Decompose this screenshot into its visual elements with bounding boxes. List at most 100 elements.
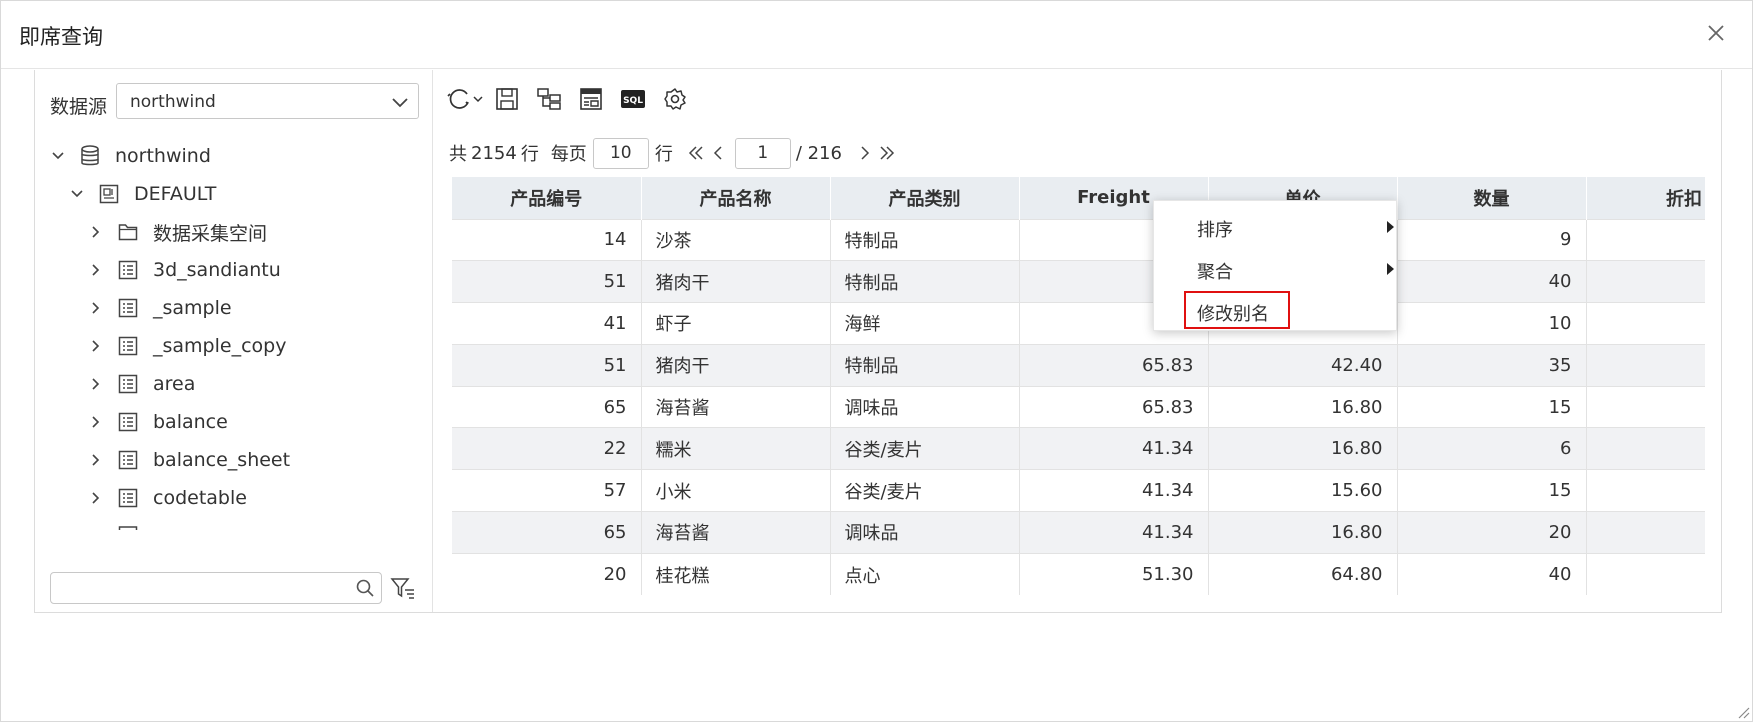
- tree-item-1[interactable]: 3d_sandiantu: [85, 250, 281, 290]
- table-cell: 糯米: [641, 427, 831, 470]
- submenu-arrow-icon: [1387, 221, 1394, 233]
- table-cell: [1586, 427, 1705, 470]
- last-page-button[interactable]: [876, 142, 898, 164]
- chevron-right-icon[interactable]: [85, 297, 107, 319]
- table-cell: 调味品: [830, 385, 1020, 428]
- tree-item-label: 3d_sandiantu: [153, 259, 281, 281]
- tree-item-0[interactable]: 数据采集空间: [85, 212, 267, 252]
- table-cell: 海苔酱: [641, 385, 831, 428]
- resize-grip-icon[interactable]: [1736, 705, 1750, 719]
- chevron-right-icon[interactable]: [85, 373, 107, 395]
- per-page-input[interactable]: 10: [592, 137, 649, 169]
- menu-item-label: 聚合: [1197, 262, 1233, 283]
- table-cell: 51: [452, 343, 642, 387]
- table-cell: 41: [452, 302, 642, 345]
- save-button[interactable]: [492, 84, 522, 114]
- table-row[interactable]: 51 猪肉干 特制品 65.83 42.40 35: [452, 343, 1705, 387]
- chevron-right-icon[interactable]: [85, 259, 107, 281]
- table-icon: [117, 259, 139, 281]
- total-rows: 2154: [471, 142, 517, 164]
- table-row[interactable]: 51 猪肉干 特制品 1 40: [452, 260, 1705, 303]
- settings-button[interactable]: [660, 84, 690, 114]
- table-cell: 35: [1397, 343, 1587, 387]
- tree-item-label: _sample_copy: [153, 335, 287, 357]
- chevron-right-icon[interactable]: [85, 411, 107, 433]
- first-page-button[interactable]: [685, 142, 707, 164]
- table-cell: 41.34: [1019, 511, 1209, 554]
- table-cell: 桂花糕: [641, 552, 831, 596]
- table-cell: 谷类/麦片: [830, 427, 1020, 470]
- chevron-down-icon[interactable]: [66, 183, 88, 205]
- menu-item-aggregate[interactable]: 聚合: [1154, 248, 1398, 288]
- datasource-selected-value: northwind: [130, 92, 216, 112]
- tree-item-label: balance_sheet: [153, 449, 291, 471]
- column-header[interactable]: 数量: [1397, 177, 1587, 219]
- table-row[interactable]: 65 海苔酱 调味品 41.34 16.80 20: [452, 511, 1705, 554]
- table-cell: 特制品: [830, 343, 1020, 387]
- refresh-button[interactable]: [444, 84, 488, 114]
- table-cell: 15.60: [1208, 469, 1398, 512]
- table-icon: [117, 449, 139, 471]
- tree-item-6[interactable]: balance_sheet: [85, 440, 290, 480]
- chevron-right-icon[interactable]: [85, 335, 107, 357]
- next-page-button[interactable]: [854, 142, 876, 164]
- table-cell: 海鲜: [830, 302, 1020, 345]
- datasource-select[interactable]: northwind: [116, 83, 419, 119]
- table-cell: 20: [452, 552, 642, 596]
- table-cell: 16.80: [1208, 427, 1398, 470]
- table-row[interactable]: 65 海苔酱 调味品 65.83 16.80 15: [452, 385, 1705, 428]
- tree-item-4[interactable]: area: [85, 364, 195, 404]
- dialog-header: 即席查询: [1, 1, 1752, 69]
- close-button[interactable]: [1702, 19, 1730, 47]
- search-icon[interactable]: [355, 578, 375, 598]
- current-page-input[interactable]: 1: [734, 137, 791, 169]
- toolbar: SQL: [444, 84, 702, 114]
- filter-icon[interactable]: [390, 575, 416, 601]
- tree-item-7[interactable]: codetable: [85, 478, 247, 518]
- table-cell: [1586, 469, 1705, 512]
- table-cell: 谷类/麦片: [830, 469, 1020, 512]
- column-header[interactable]: 产品编号: [452, 177, 642, 219]
- menu-item-sort[interactable]: 排序: [1154, 206, 1398, 246]
- column-header[interactable]: 折扣: [1586, 177, 1705, 219]
- tree-node-root[interactable]: northwind: [47, 136, 211, 176]
- chevron-left-icon: [713, 146, 722, 160]
- column-header[interactable]: 产品类别: [830, 177, 1020, 219]
- table-icon: [117, 516, 139, 530]
- content-frame: 数据源 northwind northwind DEFAULT 数据采集空间 3…: [34, 70, 1722, 613]
- grid-header-row: 产品编号 产品名称 产品类别 Freight 单价 数量 折扣: [452, 177, 1705, 219]
- table-tree: northwind DEFAULT 数据采集空间 3d_sandiantu _s…: [35, 132, 432, 562]
- table-cell: 40: [1397, 552, 1587, 596]
- table-cell: 特制品: [830, 218, 1020, 261]
- tree-item-3[interactable]: _sample_copy: [85, 326, 286, 366]
- tree-item-label: _sample: [153, 297, 232, 319]
- table-row[interactable]: 57 小米 谷类/麦片 41.34 15.60 15: [452, 469, 1705, 512]
- table-cell: 沙茶: [641, 218, 831, 261]
- table-cell: 22: [452, 427, 642, 470]
- chevron-right-icon[interactable]: [85, 221, 107, 243]
- tree-item-5[interactable]: balance: [85, 402, 228, 442]
- table-cell: 16.80: [1208, 385, 1398, 428]
- tree-item-2[interactable]: _sample: [85, 288, 232, 328]
- chevron-down-icon[interactable]: [47, 145, 69, 167]
- table-icon: [117, 297, 139, 319]
- table-row[interactable]: 22 糯米 谷类/麦片 41.34 16.80 6: [452, 427, 1705, 470]
- chevron-right-icon[interactable]: [85, 449, 107, 471]
- tree-search-input[interactable]: [50, 572, 382, 604]
- table-cell: 41.34: [1019, 427, 1209, 470]
- prev-page-button[interactable]: [707, 142, 729, 164]
- left-panel: 数据源 northwind northwind DEFAULT 数据采集空间 3…: [35, 70, 433, 612]
- right-panel: SQL 共 2154 行 每页 10 行 1 / 216 产品编号 产品名称 产…: [434, 70, 1722, 612]
- table-row[interactable]: 20 桂花糕 点心 51.30 64.80 40: [452, 552, 1705, 596]
- tree-node-schema[interactable]: DEFAULT: [66, 174, 216, 214]
- table-cell: 16.80: [1208, 511, 1398, 554]
- table-row[interactable]: 41 虾子 海鲜 6 10: [452, 302, 1705, 345]
- table-cell: 小米: [641, 469, 831, 512]
- chevron-right-icon[interactable]: [85, 487, 107, 509]
- table-row[interactable]: 14 沙茶 特制品 1 9: [452, 218, 1705, 261]
- sql-button[interactable]: SQL: [618, 84, 648, 114]
- layout-button[interactable]: [576, 84, 606, 114]
- hierarchy-button[interactable]: [534, 84, 564, 114]
- table-cell: 6: [1397, 427, 1587, 470]
- column-header[interactable]: 产品名称: [641, 177, 831, 219]
